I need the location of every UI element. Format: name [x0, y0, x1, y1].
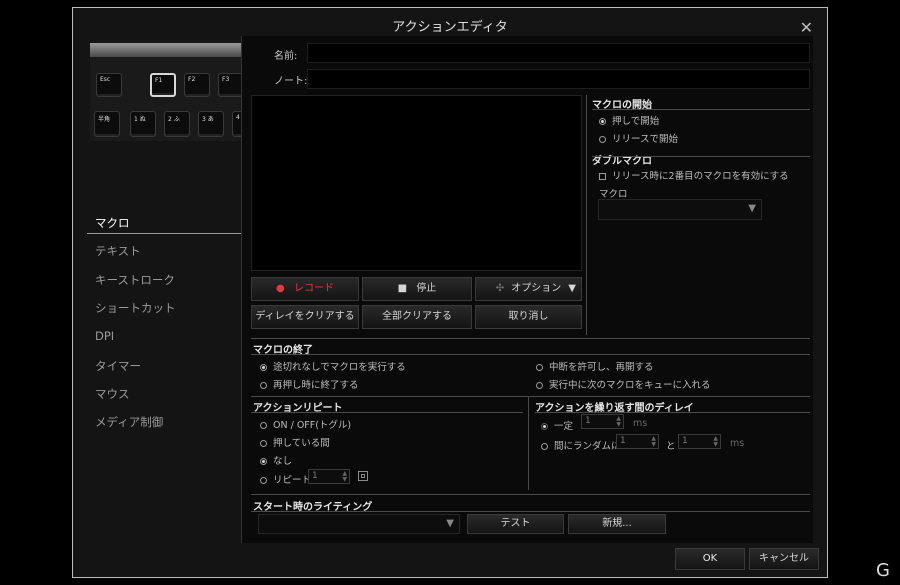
repeat-count-stepper[interactable]: 1 ▲ ▼	[308, 469, 350, 484]
radio-icon	[260, 382, 267, 389]
macro-event-list[interactable]	[251, 95, 582, 271]
main-panel: 名前: ノート: ● レコード ■ 停止 ✣ オプション ▼ ディレイをクリアす…	[241, 36, 813, 543]
start-on-release-option[interactable]: リリースで開始	[599, 131, 678, 145]
divider	[251, 396, 810, 397]
divider	[251, 338, 810, 339]
repeat-none-option[interactable]: なし	[260, 453, 292, 467]
sidebar-item-macro[interactable]: マクロ	[95, 215, 130, 231]
sidebar-item-timer[interactable]: タイマー	[95, 358, 141, 374]
random-delay-unit: ms	[730, 438, 745, 449]
macro-end-underline	[251, 354, 810, 355]
key-f2[interactable]: F2	[184, 73, 210, 97]
options-icon: ✣	[495, 283, 505, 294]
radio-icon	[260, 422, 267, 429]
random-delay-and-label: と	[666, 441, 676, 452]
radio-icon	[260, 458, 267, 465]
new-lighting-button[interactable]: 新規...	[568, 514, 666, 534]
macro-select-label: マクロ	[599, 189, 628, 200]
key-f1[interactable]: F1	[150, 73, 176, 97]
key-1[interactable]: 1 ぬ	[130, 111, 156, 137]
sidebar-item-dpi[interactable]: DPI	[95, 329, 114, 343]
sidebar-item-text[interactable]: テキスト	[95, 243, 141, 259]
run-uninterrupted-option[interactable]: 途切れなしでマクロを実行する	[260, 359, 406, 373]
sidebar-item-media-control[interactable]: メディア制御	[95, 414, 163, 430]
clear-delay-button[interactable]: ディレイをクリアする	[251, 305, 359, 329]
allow-interrupt-resume-option[interactable]: 中断を許可し、再開する	[536, 359, 654, 373]
options-button[interactable]: ✣ オプション ▼	[475, 277, 582, 301]
key-f3[interactable]: F3	[218, 73, 242, 97]
stop-square-icon: ■	[397, 283, 408, 294]
checkbox-icon	[599, 173, 606, 180]
vertical-divider	[528, 396, 529, 490]
ok-button[interactable]: OK	[675, 548, 745, 570]
fixed-delay-unit: ms	[633, 418, 648, 429]
stepper-arrows-icon: ▲ ▼	[651, 435, 656, 448]
stepper-arrows-icon: ▲ ▼	[616, 415, 621, 428]
key-3[interactable]: 3 あ	[198, 111, 224, 137]
repeat-extra-icon[interactable]	[358, 471, 368, 481]
stepper-arrows-icon: ▲ ▼	[713, 435, 718, 448]
action-editor-window: アクションエディタ ✕ Esc F1 F2 F3 半角 1 ぬ 2 ふ 3 あ …	[72, 7, 828, 578]
key-hankaku[interactable]: 半角	[94, 111, 120, 137]
stepper-arrows-icon: ▲ ▼	[342, 470, 347, 483]
repeat-delay-underline	[535, 412, 810, 413]
record-dot-icon: ●	[276, 283, 285, 294]
radio-icon	[260, 364, 267, 371]
queue-next-macro-option[interactable]: 実行中に次のマクロをキューに入れる	[536, 377, 711, 391]
radio-icon	[541, 423, 548, 430]
radio-icon	[260, 440, 267, 447]
fixed-delay-option[interactable]: 一定	[541, 418, 573, 432]
action-repeat-underline	[251, 412, 523, 413]
name-label: 名前:	[274, 51, 298, 62]
sidebar-divider	[87, 233, 243, 234]
radio-icon	[536, 364, 543, 371]
double-macro-underline	[592, 156, 810, 157]
random-delay-option[interactable]: 間にランダムに	[541, 438, 621, 452]
repeat-toggle-option[interactable]: ON / OFF(トグル)	[260, 417, 351, 431]
double-macro-title: ダブルマクロ	[592, 156, 652, 167]
name-field[interactable]	[307, 43, 810, 63]
random-delay-max-stepper[interactable]: 1 ▲ ▼	[678, 434, 721, 449]
radio-icon	[541, 443, 548, 450]
sidebar-item-keystroke[interactable]: キーストローク	[95, 272, 175, 288]
chevron-down-icon: ▼	[568, 283, 576, 294]
vertical-divider	[586, 95, 587, 335]
note-label: ノート:	[274, 76, 308, 87]
cancel-button[interactable]: キャンセル	[749, 548, 819, 570]
sidebar-item-shortcut[interactable]: ショートカット	[95, 300, 176, 316]
random-delay-min-stepper[interactable]: 1 ▲ ▼	[616, 434, 659, 449]
lighting-underline	[251, 511, 810, 512]
test-button[interactable]: テスト	[467, 514, 564, 534]
chevron-down-icon: ▼	[446, 518, 454, 529]
keyboard-preview: Esc F1 F2 F3 半角 1 ぬ 2 ふ 3 あ 4	[90, 43, 242, 141]
repeat-while-held-option[interactable]: 押している間	[260, 435, 330, 449]
stop-button[interactable]: ■ 停止	[362, 277, 472, 301]
clear-all-button[interactable]: 全部クリアする	[362, 305, 472, 329]
radio-icon	[599, 118, 606, 125]
radio-icon	[599, 136, 606, 143]
window-title: アクションエディタ	[392, 20, 508, 35]
macro-select[interactable]: ▼	[598, 199, 762, 220]
radio-icon	[260, 477, 267, 484]
undo-button[interactable]: 取り消し	[475, 305, 582, 329]
watermark-logo: G	[876, 560, 890, 581]
double-macro-checkbox[interactable]: リリース時に2番目のマクロを有効にする	[599, 168, 789, 182]
lighting-select[interactable]: ▼	[258, 514, 460, 534]
divider	[251, 494, 810, 495]
note-field[interactable]	[307, 69, 810, 89]
sidebar-item-mouse[interactable]: マウス	[95, 386, 130, 402]
fixed-delay-stepper[interactable]: 1 ▲ ▼	[581, 414, 624, 429]
macro-start-underline	[592, 109, 810, 110]
record-button[interactable]: ● レコード	[251, 277, 359, 301]
chevron-down-icon: ▼	[748, 203, 756, 214]
radio-icon	[536, 382, 543, 389]
key-esc[interactable]: Esc	[96, 73, 122, 97]
close-icon[interactable]: ✕	[800, 18, 813, 37]
end-on-repress-option[interactable]: 再押し時に終了する	[260, 377, 359, 391]
repeat-count-option[interactable]: リピート	[260, 472, 311, 486]
key-2[interactable]: 2 ふ	[164, 111, 190, 137]
start-on-press-option[interactable]: 押しで開始	[599, 113, 659, 127]
